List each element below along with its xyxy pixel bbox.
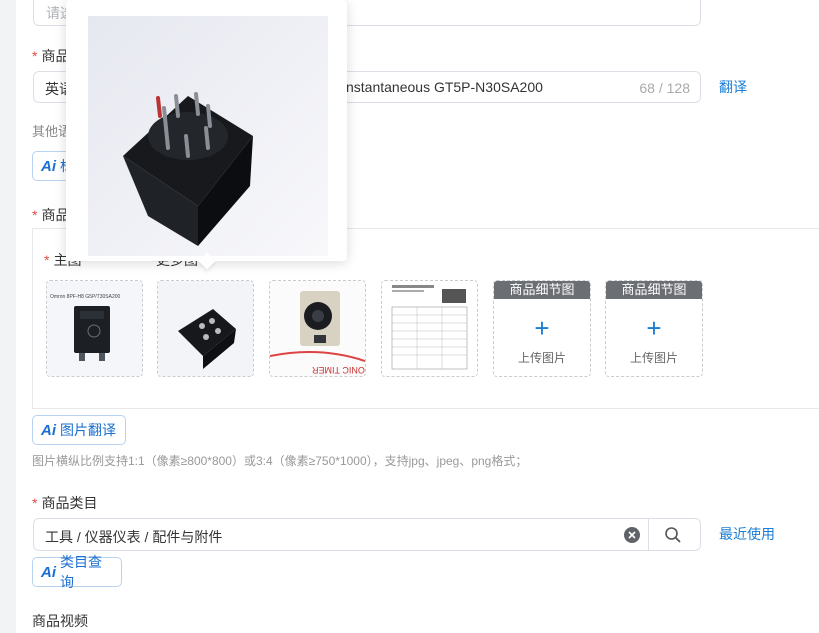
clear-icon[interactable]	[624, 527, 640, 543]
image-thumb-2[interactable]	[157, 280, 254, 377]
search-icon[interactable]	[664, 526, 682, 544]
required-mark: *	[32, 48, 38, 64]
upload-detail-slot-2[interactable]: 商品细节图 + 上传图片	[605, 280, 703, 377]
ai-icon: Ai	[41, 563, 56, 581]
upload-header: 商品细节图	[606, 281, 702, 299]
category-value: 工具 / 仪器仪表 / 配件与附件	[45, 529, 223, 545]
ai-image-translate-label: 图片翻译	[60, 422, 116, 438]
thumb1-caption: Omron 8PF-H8 G5P/T30SA200	[50, 294, 121, 300]
title-count: 68 / 128	[639, 80, 690, 96]
image-thumb-1[interactable]: Omron 8PF-H8 G5P/T30SA200	[46, 280, 143, 377]
recent-use-link[interactable]: 最近使用	[719, 524, 775, 544]
image-thumb-4[interactable]	[381, 280, 478, 377]
ai-icon: Ai	[41, 157, 56, 175]
video-label: 商品视频	[32, 613, 88, 629]
ai-category-query-label: 类目查询	[60, 554, 102, 590]
search-divider	[648, 519, 649, 550]
plus-icon: +	[646, 313, 662, 343]
timer-image	[270, 281, 365, 376]
image-thumb-3[interactable]: ONIC TIMER	[269, 280, 366, 377]
upload-text: 上传图片	[629, 351, 678, 365]
translate-link[interactable]: 翻译	[719, 77, 747, 97]
image-format-hint: 图片横纵比例支持1:1（像素≥800*800）或3:4（像素≥750*1000）…	[32, 454, 528, 468]
title-field-label: * 商品	[32, 48, 70, 64]
category-input[interactable]: 工具 / 仪器仪表 / 配件与附件	[33, 518, 701, 551]
upload-text: 上传图片	[517, 351, 566, 365]
thumb3-caption: ONIC TIMER	[312, 365, 365, 375]
preview-image	[88, 16, 328, 256]
upload-detail-slot-1[interactable]: 商品细节图 + 上传图片	[493, 280, 591, 377]
datasheet-image	[382, 281, 477, 376]
upload-header: 商品细节图	[494, 281, 590, 299]
title-value: nstantaneous GT5P-N30SA200	[346, 79, 543, 95]
relay-angle-image	[158, 281, 253, 376]
ai-category-query-button[interactable]: Ai 类目查询	[32, 554, 122, 590]
category-label: * 商品类目	[32, 495, 98, 511]
ai-image-translate-button[interactable]: Ai 图片翻译	[32, 415, 126, 445]
ai-icon: Ai	[41, 421, 56, 439]
images-section-label: * 商品	[32, 207, 70, 223]
plus-icon: +	[534, 313, 550, 343]
image-preview-popover	[66, 0, 347, 270]
